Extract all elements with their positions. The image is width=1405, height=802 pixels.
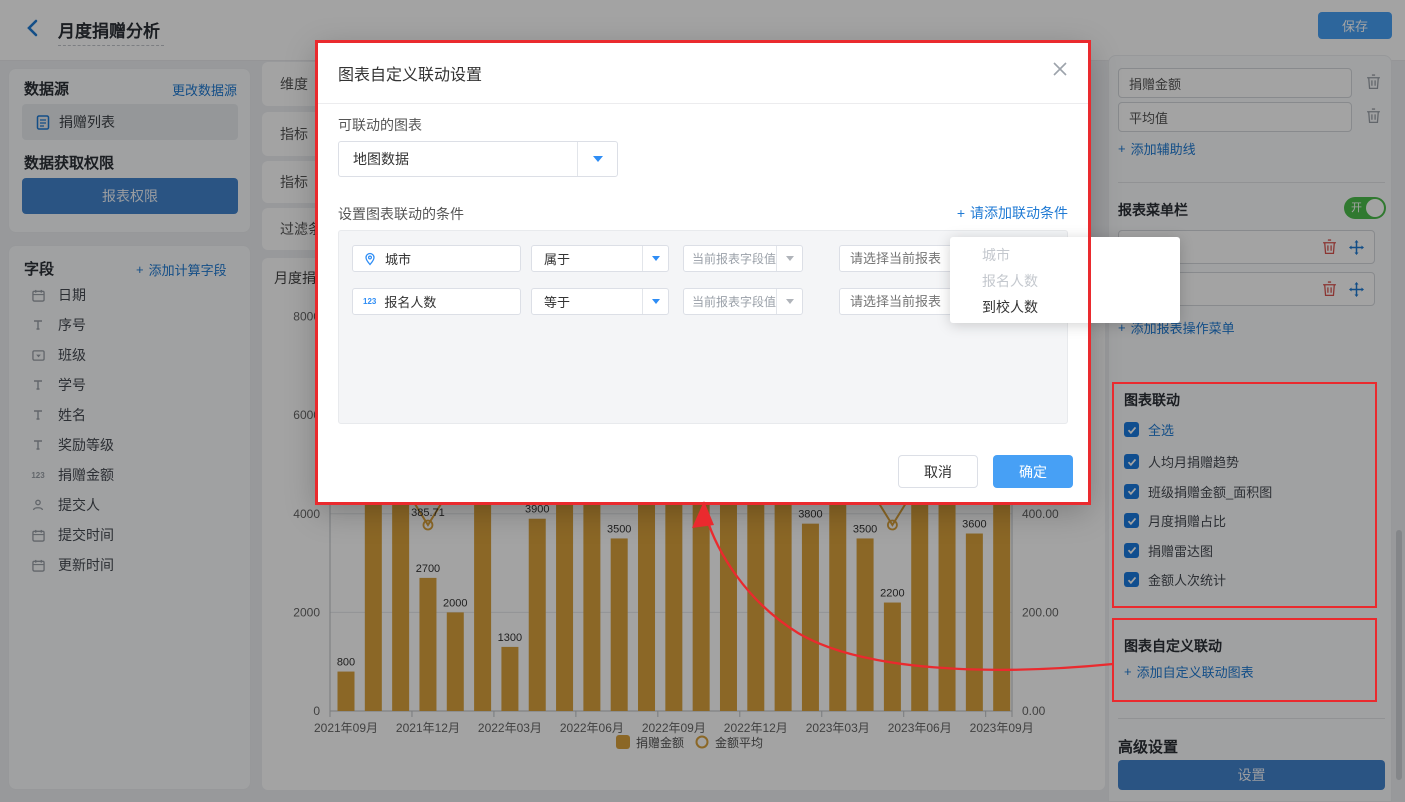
condition-field-select[interactable]: 城市: [352, 245, 521, 272]
valuetype-value: 当前报表字段值: [684, 250, 776, 267]
dropdown-option-城市: 城市: [950, 242, 1180, 268]
chevron-down-icon: [652, 256, 660, 261]
condition-valuetype-select[interactable]: 当前报表字段值: [683, 288, 803, 315]
linkable-chart-label: 可联动的图表: [338, 115, 422, 135]
number-icon: 123: [363, 297, 376, 306]
confirm-button[interactable]: 确定: [993, 455, 1073, 488]
chevron-down-icon: [786, 256, 794, 261]
conditions-title: 设置图表联动的条件: [338, 204, 464, 224]
caret-box: [776, 246, 802, 271]
condition-field-select[interactable]: 123 报名人数: [352, 288, 521, 315]
field-dropdown: 城市报名人数到校人数: [950, 237, 1180, 323]
chevron-down-icon: [652, 299, 660, 304]
caret-box: [642, 246, 668, 271]
modal-header-divider: [318, 103, 1088, 104]
caret-box: [776, 289, 802, 314]
location-icon: [363, 252, 377, 266]
valuetype-value: 当前报表字段值: [684, 293, 776, 310]
chevron-down-icon: [593, 156, 603, 162]
plus-icon: +: [957, 205, 965, 221]
linkable-chart-select[interactable]: 地图数据: [338, 141, 618, 177]
chevron-down-icon: [786, 299, 794, 304]
caret-box: [642, 289, 668, 314]
operator-value: 等于: [532, 292, 642, 311]
operator-value: 属于: [532, 249, 642, 268]
caret-box: [577, 142, 617, 176]
select-value: 地图数据: [339, 149, 577, 169]
modal-title: 图表自定义联动设置: [338, 61, 482, 85]
condition-field-value: 城市: [385, 249, 411, 268]
condition-operator-select[interactable]: 等于: [531, 288, 669, 315]
close-icon[interactable]: [1052, 61, 1068, 77]
add-condition-link[interactable]: + 请添加联动条件: [957, 203, 1068, 223]
condition-valuetype-select[interactable]: 当前报表字段值: [683, 245, 803, 272]
dropdown-option-报名人数: 报名人数: [950, 268, 1180, 294]
dropdown-option-到校人数[interactable]: 到校人数: [950, 294, 1180, 320]
cancel-button[interactable]: 取消: [898, 455, 978, 488]
condition-operator-select[interactable]: 属于: [531, 245, 669, 272]
condition-field-value: 报名人数: [384, 292, 436, 311]
